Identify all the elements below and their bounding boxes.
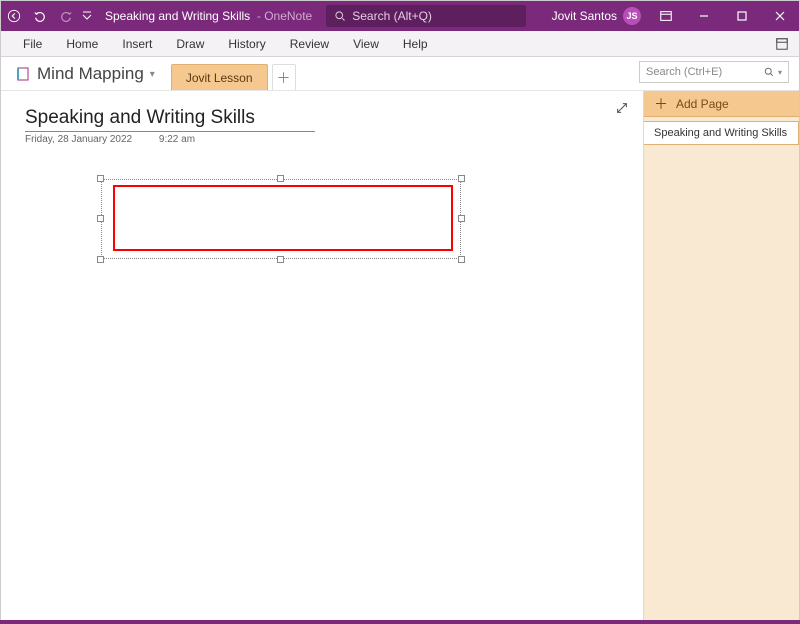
menu-help[interactable]: Help (391, 31, 440, 56)
title-bar: Speaking and Writing Skills - OneNote Se… (1, 1, 799, 31)
qat-customize[interactable] (79, 1, 95, 31)
expand-icon[interactable] (615, 101, 631, 117)
nav-back[interactable] (1, 1, 27, 31)
close-button[interactable] (761, 1, 799, 31)
main-area: Speaking and Writing Skills Friday, 28 J… (1, 91, 799, 623)
add-page-button[interactable]: ＋ Add Page (644, 91, 799, 117)
search-icon: ▾ (763, 66, 782, 78)
menu-insert[interactable]: Insert (110, 31, 164, 56)
fullscreen-icon[interactable] (773, 35, 791, 53)
resize-handle-n[interactable] (277, 175, 284, 182)
section-row: Mind Mapping ▾ Jovit Lesson ＋ Search (Ct… (1, 57, 799, 91)
resize-handle-sw[interactable] (97, 256, 104, 263)
user-name: Jovit Santos (552, 9, 617, 23)
window-title: Speaking and Writing Skills - OneNote (105, 9, 312, 23)
page-list: Speaking and Writing Skills (644, 117, 799, 623)
plus-icon: ＋ (654, 94, 668, 114)
redo-button[interactable] (53, 1, 79, 31)
resize-handle-w[interactable] (97, 215, 104, 222)
resize-handle-e[interactable] (458, 215, 465, 222)
ribbon-display-options[interactable] (647, 1, 685, 31)
app-name: OneNote (264, 9, 312, 23)
notebook-icon (15, 66, 31, 82)
search-placeholder: Search (Alt+Q) (352, 9, 432, 23)
status-bar (0, 620, 800, 624)
section-tab[interactable]: Jovit Lesson (171, 64, 268, 90)
global-search[interactable]: Search (Alt+Q) (326, 5, 526, 27)
account-menu[interactable]: Jovit Santos JS (552, 7, 641, 25)
doc-name: Speaking and Writing Skills (105, 9, 250, 23)
page-time: 9:22 am (159, 134, 195, 145)
page-canvas[interactable]: Speaking and Writing Skills Friday, 28 J… (1, 91, 643, 623)
section-search[interactable]: Search (Ctrl+E) ▾ (639, 61, 789, 83)
ribbon: File Home Insert Draw History Review Vie… (1, 31, 799, 57)
maximize-button[interactable] (723, 1, 761, 31)
menu-home[interactable]: Home (54, 31, 110, 56)
search-placeholder: Search (Ctrl+E) (646, 66, 722, 78)
page-title-block: Speaking and Writing Skills Friday, 28 J… (25, 107, 315, 145)
page-item[interactable]: Speaking and Writing Skills (644, 121, 799, 145)
selected-shape[interactable] (101, 179, 461, 259)
page-date: Friday, 28 January 2022 (25, 134, 132, 145)
notebook-selector[interactable]: Mind Mapping ▾ (1, 64, 165, 90)
resize-handle-se[interactable] (458, 256, 465, 263)
resize-handle-ne[interactable] (458, 175, 465, 182)
chevron-down-icon: ▾ (150, 69, 155, 80)
menu-view[interactable]: View (341, 31, 391, 56)
minimize-button[interactable] (685, 1, 723, 31)
add-page-label: Add Page (676, 97, 729, 111)
page-meta: Friday, 28 January 2022 9:22 am (25, 134, 315, 145)
menu-file[interactable]: File (11, 31, 54, 56)
page-pane: ＋ Add Page Speaking and Writing Skills (643, 91, 799, 623)
menu-draw[interactable]: Draw (164, 31, 216, 56)
undo-button[interactable] (27, 1, 53, 31)
rectangle-shape[interactable] (113, 185, 453, 251)
add-section-button[interactable]: ＋ (272, 64, 296, 90)
page-title[interactable]: Speaking and Writing Skills (25, 107, 315, 132)
menu-review[interactable]: Review (278, 31, 341, 56)
notebook-name: Mind Mapping (37, 64, 144, 84)
avatar: JS (623, 7, 641, 25)
menu-history[interactable]: History (216, 31, 277, 56)
resize-handle-nw[interactable] (97, 175, 104, 182)
resize-handle-s[interactable] (277, 256, 284, 263)
